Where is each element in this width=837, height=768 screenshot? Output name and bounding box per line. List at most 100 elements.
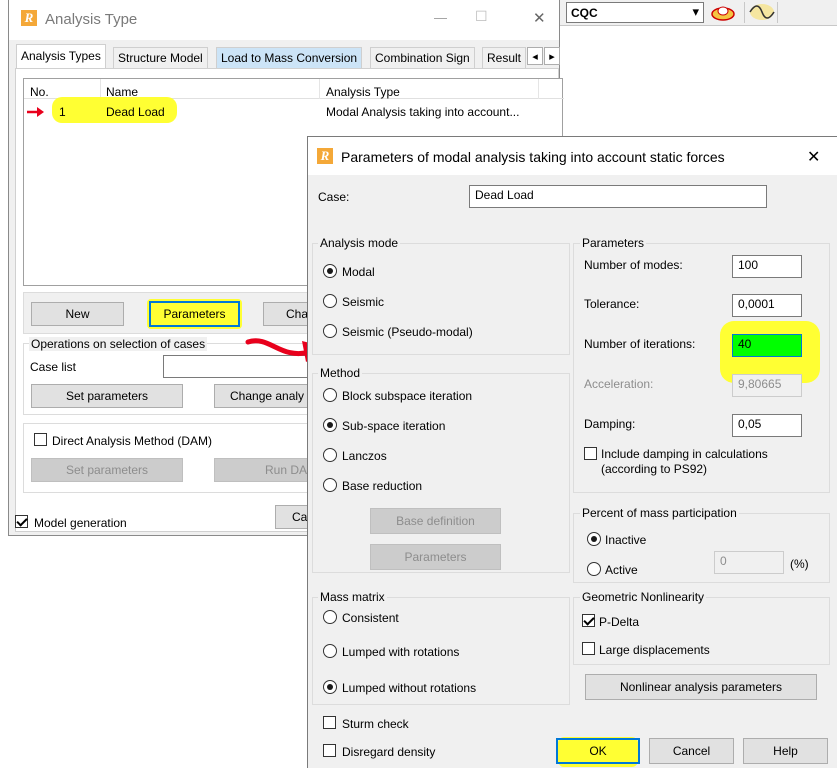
header-analysis-type[interactable]: Analysis Type: [326, 85, 400, 99]
large-displacements-label: Large displacements: [599, 643, 710, 657]
analysis-window-title: Analysis Type: [45, 11, 138, 28]
analysis-mode-legend: Analysis mode: [318, 236, 401, 250]
tab-structure-model[interactable]: Structure Model: [113, 47, 208, 68]
analysis-window-titlebar: R Analysis Type — ☐ ✕: [9, 0, 559, 40]
combination-method-select[interactable]: CQC ▾: [566, 2, 704, 23]
mode-shape-icon[interactable]: [744, 2, 778, 23]
radio-active[interactable]: [587, 562, 601, 576]
percent-unit: (%): [790, 557, 809, 571]
method-parameters-button[interactable]: Parameters: [370, 544, 501, 570]
mass-display-icon[interactable]: [710, 2, 736, 23]
set-parameters-button[interactable]: Set parameters: [31, 384, 183, 408]
modal-parameters-dialog: R Parameters of modal analysis taking in…: [307, 136, 837, 768]
mass-matrix-legend: Mass matrix: [318, 590, 387, 604]
pdelta-label: P-Delta: [599, 615, 640, 629]
tab-result[interactable]: Result: [482, 47, 526, 68]
row-analysis-type: Modal Analysis taking into account...: [326, 105, 520, 119]
acceleration-field[interactable]: 9,80665: [732, 374, 802, 397]
dam-set-parameters-button[interactable]: Set parameters: [31, 458, 183, 482]
case-field[interactable]: Dead Load: [469, 185, 767, 208]
method-legend: Method: [318, 366, 363, 380]
tolerance-field[interactable]: 0,0001: [732, 294, 802, 317]
table-row[interactable]: 1 Dead Load Modal Analysis taking into a…: [24, 97, 564, 123]
cancel-button[interactable]: Cancel: [649, 738, 734, 764]
radio-base-reduction[interactable]: [323, 478, 337, 492]
tab-combination-sign[interactable]: Combination Sign: [370, 47, 475, 68]
radio-block-subspace[interactable]: [323, 388, 337, 402]
tab-analysis-types[interactable]: Analysis Types: [16, 44, 106, 69]
row-no: 1: [59, 105, 66, 119]
label-inactive: Inactive: [605, 533, 647, 547]
pdelta-checkbox[interactable]: [582, 614, 595, 627]
model-generation-label: Model generation: [34, 516, 127, 530]
case-list-label: Case list: [30, 360, 77, 374]
row-name: Dead Load: [106, 105, 165, 119]
disregard-density-label: Disregard density: [342, 745, 436, 759]
geometric-legend: Geometric Nonlinearity: [580, 590, 707, 604]
header-divider: [319, 79, 320, 99]
label-seismic-pseudo: Seismic (Pseudo-modal): [342, 325, 473, 339]
label-active: Active: [605, 563, 638, 577]
operations-legend: Operations on selection of cases: [29, 337, 208, 351]
radio-modal[interactable]: [323, 264, 337, 278]
method-group: [312, 373, 570, 573]
radio-consistent[interactable]: [323, 610, 337, 624]
damping-field[interactable]: 0,05: [732, 414, 802, 437]
tab-scroll-right-button[interactable]: ▸: [544, 47, 560, 65]
include-damping-label-2: (according to PS92): [601, 462, 708, 476]
include-damping-checkbox[interactable]: [584, 447, 597, 460]
tab-load-to-mass[interactable]: Load to Mass Conversion: [216, 47, 363, 68]
iterations-field[interactable]: 40: [732, 334, 802, 357]
new-button[interactable]: New: [31, 302, 124, 326]
header-no[interactable]: No.: [30, 85, 49, 99]
nonlinear-parameters-button[interactable]: Nonlinear analysis parameters: [585, 674, 817, 700]
parameters-button[interactable]: Parameters: [149, 301, 240, 327]
tolerance-label: Tolerance:: [584, 297, 640, 311]
help-button[interactable]: Help: [743, 738, 828, 764]
radio-lanczos[interactable]: [323, 448, 337, 462]
label-lumped-without-rotations: Lumped without rotations: [342, 681, 477, 695]
radio-seismic[interactable]: [323, 294, 337, 308]
radio-lumped-with-rotations[interactable]: [323, 644, 337, 658]
base-definition-button[interactable]: Base definition: [370, 508, 501, 534]
radio-sub-space[interactable]: [323, 418, 337, 432]
radio-inactive[interactable]: [587, 532, 601, 546]
chevron-down-icon: ▾: [692, 4, 699, 19]
mass-participation-legend: Percent of mass participation: [580, 506, 739, 520]
label-seismic: Seismic: [342, 295, 385, 309]
dam-label: Direct Analysis Method (DAM): [52, 434, 213, 448]
parameters-legend: Parameters: [580, 236, 647, 250]
radio-seismic-pseudo[interactable]: [323, 324, 337, 338]
acceleration-label: Acceleration:: [584, 377, 654, 391]
ok-button[interactable]: OK: [556, 738, 640, 764]
combo-value: CQC: [571, 6, 598, 20]
radio-lumped-without-rotations[interactable]: [323, 680, 337, 694]
dam-checkbox[interactable]: [34, 433, 47, 446]
label-consistent: Consistent: [342, 611, 399, 625]
background-toolbar: CQC ▾: [560, 0, 837, 26]
maximize-icon[interactable]: ☐: [475, 8, 488, 25]
large-displacements-checkbox[interactable]: [582, 642, 595, 655]
label-base-reduction: Base reduction: [342, 479, 423, 493]
include-damping-label: Include damping in calculations: [601, 447, 768, 461]
modes-label: Number of modes:: [584, 258, 683, 272]
case-label: Case:: [318, 190, 350, 204]
sturm-check-label: Sturm check: [342, 717, 409, 731]
damping-label: Damping:: [584, 417, 636, 431]
disregard-density-checkbox[interactable]: [323, 744, 336, 757]
modes-field[interactable]: 100: [732, 255, 802, 278]
header-divider: [100, 79, 101, 99]
model-generation-checkbox[interactable]: [15, 515, 28, 528]
robot-logo-icon: R: [21, 10, 37, 26]
sturm-check-checkbox[interactable]: [323, 716, 336, 729]
label-lumped-with-rotations: Lumped with rotations: [342, 645, 460, 659]
label-modal: Modal: [342, 265, 375, 279]
tab-scroll-left-button[interactable]: ◂: [527, 47, 543, 65]
mass-participation-field[interactable]: 0: [714, 551, 784, 574]
robot-logo-icon: R: [317, 148, 333, 164]
iterations-label: Number of iterations:: [584, 337, 696, 351]
table-header: No. Name Analysis Type: [24, 79, 564, 99]
minimize-icon[interactable]: —: [434, 10, 447, 25]
close-icon[interactable]: ✕: [807, 147, 820, 167]
close-icon[interactable]: ✕: [533, 9, 546, 27]
